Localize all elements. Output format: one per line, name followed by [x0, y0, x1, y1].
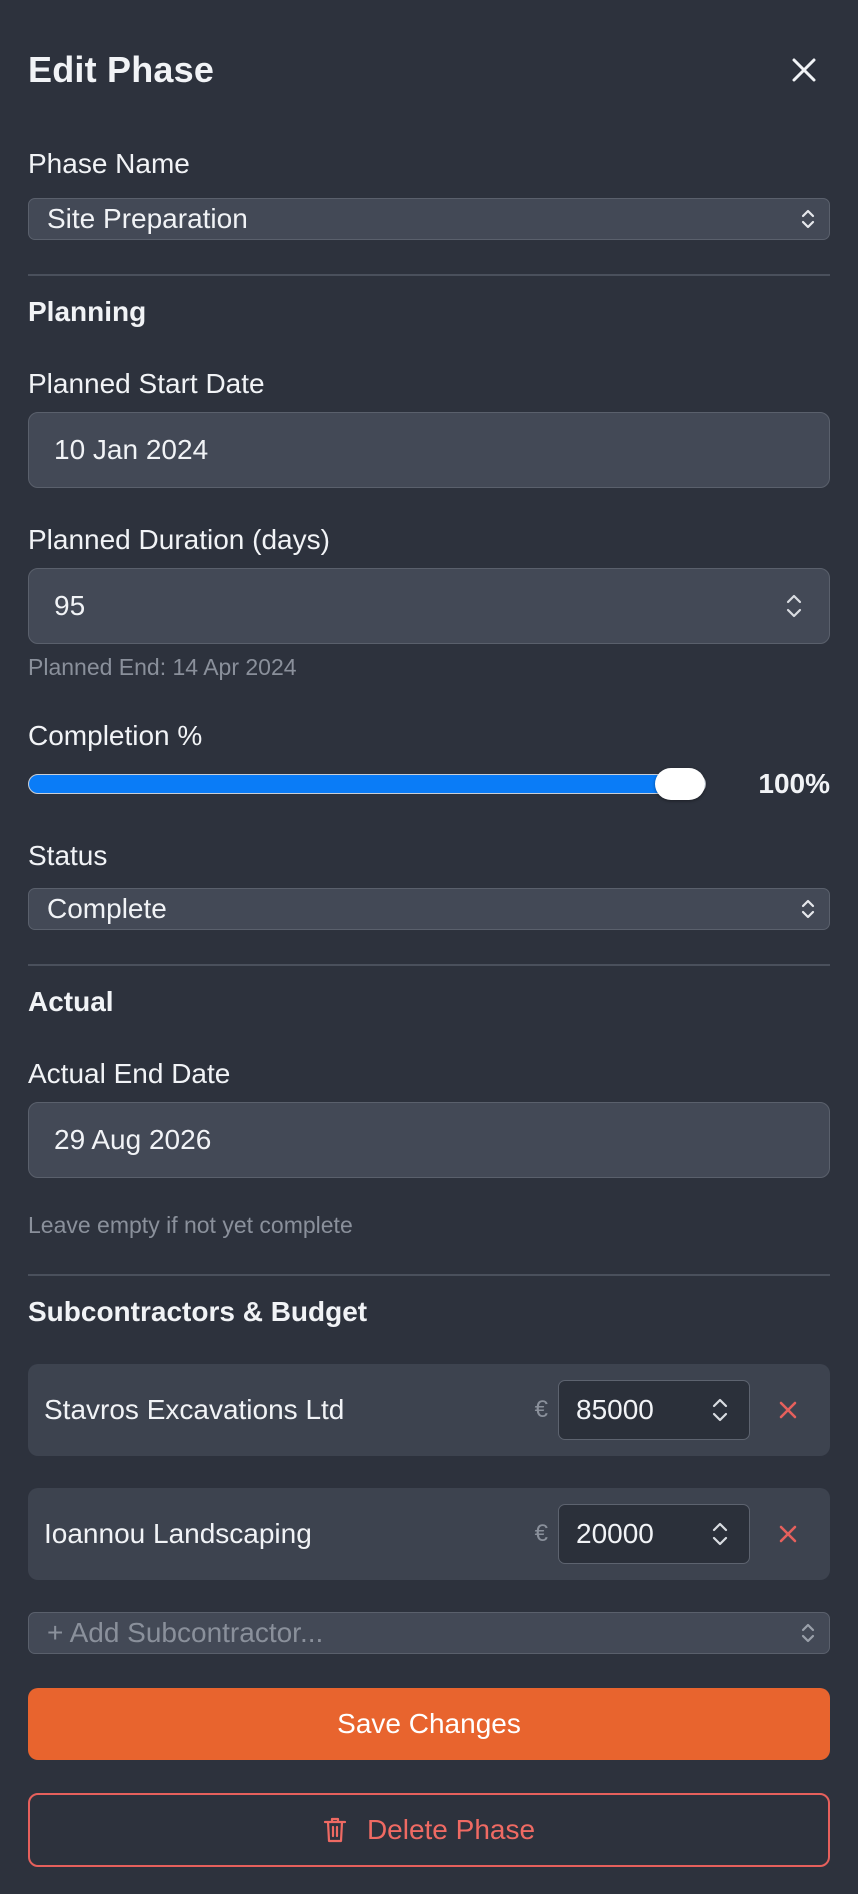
stepper-icon[interactable] — [711, 1519, 729, 1549]
completion-slider-row: 100% — [28, 764, 830, 804]
close-icon — [779, 1525, 797, 1543]
actual-end-date-label: Actual End Date — [28, 1058, 231, 1089]
currency-symbol: € — [534, 1396, 548, 1423]
duration-value: 95 — [54, 590, 86, 621]
status-label: Status — [28, 840, 108, 871]
subcontractor-row: Ioannou Landscaping € 20000 — [28, 1488, 830, 1580]
remove-subcontractor-button[interactable] — [768, 1390, 808, 1430]
subcontractor-name: Stavros Excavations Ltd — [44, 1394, 345, 1425]
divider — [28, 1274, 830, 1276]
budget-amount-input[interactable]: 20000 — [558, 1504, 750, 1564]
start-date-input[interactable]: 10 Jan 2024 — [28, 412, 830, 488]
actual-section-title: Actual — [28, 986, 114, 1017]
status-value: Complete — [47, 893, 167, 924]
actual-end-date-value: 29 Aug 2026 — [54, 1124, 212, 1155]
stepper-icon[interactable] — [785, 591, 803, 621]
currency-symbol: € — [534, 1520, 548, 1547]
slider-thumb[interactable] — [655, 768, 705, 800]
phase-name-select[interactable]: Site Preparation — [28, 198, 830, 240]
panel-header: Edit Phase — [28, 0, 830, 140]
planned-end-text: Planned End: 14 Apr 2024 — [28, 654, 297, 680]
divider — [28, 274, 830, 276]
actual-end-hint: Leave empty if not yet complete — [28, 1212, 353, 1238]
close-button[interactable] — [782, 48, 826, 92]
page-title: Edit Phase — [28, 49, 215, 90]
subcontractor-row: Stavros Excavations Ltd € 85000 — [28, 1364, 830, 1456]
delete-phase-label: Delete Phase — [366, 1814, 536, 1845]
remove-subcontractor-button[interactable] — [768, 1514, 808, 1554]
delete-phase-button[interactable]: Delete Phase — [28, 1793, 830, 1867]
status-select[interactable]: Complete — [28, 888, 830, 930]
divider — [28, 964, 830, 966]
actual-end-date-input[interactable]: 29 Aug 2026 — [28, 1102, 830, 1178]
save-button[interactable]: Save Changes — [28, 1688, 830, 1760]
budget-amount-value: 85000 — [576, 1394, 654, 1425]
close-icon — [779, 1401, 797, 1419]
completion-value: 100% — [758, 768, 830, 799]
budget-amount-value: 20000 — [576, 1518, 654, 1549]
select-chevron-icon — [801, 898, 815, 920]
duration-label: Planned Duration (days) — [28, 524, 330, 555]
subcontractor-name: Ioannou Landscaping — [44, 1518, 312, 1549]
start-date-label: Planned Start Date — [28, 368, 265, 399]
subcontractors-section-title: Subcontractors & Budget — [28, 1296, 368, 1327]
add-subcontractor-select[interactable]: + Add Subcontractor... — [28, 1612, 830, 1654]
completion-label: Completion % — [28, 720, 203, 751]
close-icon — [792, 58, 816, 82]
select-chevron-icon — [801, 208, 815, 230]
slider-fill — [29, 775, 705, 793]
duration-input[interactable]: 95 — [28, 568, 830, 644]
select-chevron-icon — [801, 1622, 815, 1644]
start-date-value: 10 Jan 2024 — [54, 434, 209, 465]
phase-name-value: Site Preparation — [47, 203, 248, 234]
planning-section-title: Planning — [28, 296, 147, 327]
phase-name-label: Phase Name — [28, 148, 190, 179]
stepper-icon[interactable] — [711, 1395, 729, 1425]
completion-slider[interactable] — [28, 768, 706, 800]
budget-amount-input[interactable]: 85000 — [558, 1380, 750, 1440]
add-subcontractor-placeholder: + Add Subcontractor... — [47, 1617, 324, 1648]
edit-phase-panel: Edit Phase Phase Name Site Preparation P… — [0, 0, 858, 1894]
trash-icon — [323, 1816, 347, 1844]
